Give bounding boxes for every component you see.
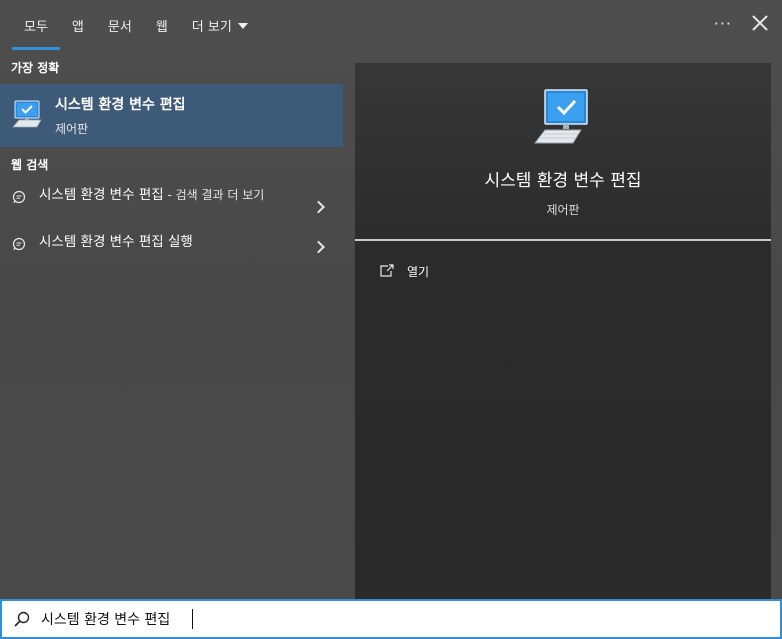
chevron-right-icon[interactable] (312, 240, 325, 254)
close-icon[interactable] (752, 15, 768, 31)
results-pane: 가장 정확 시스템 환경 변수 편집 제어판 웹 검색 시스템 환경 변수 편집… (0, 50, 343, 599)
tab-all[interactable]: 모두 (12, 0, 60, 50)
web-result-query: 시스템 환경 변수 편집 실행 (39, 234, 193, 250)
web-search-heading: 웹 검색 (11, 157, 49, 172)
tab-more-label: 더 보기 (191, 19, 232, 35)
best-match-text: 시스템 환경 변수 편집 제어판 (55, 94, 186, 137)
top-actions: ··· (714, 0, 768, 46)
web-result-text: 시스템 환경 변수 편집 - 검색 결과 더 보기 (39, 185, 264, 206)
web-result-query: 시스템 환경 변수 편집 (39, 187, 164, 203)
tab-all-label: 모두 (24, 19, 48, 35)
monitor-check-icon (533, 88, 593, 150)
best-match-subtitle: 제어판 (55, 122, 89, 136)
web-result-suffix: - 검색 결과 더 보기 (163, 188, 265, 202)
search-input[interactable] (41, 604, 780, 634)
search-bar[interactable] (0, 599, 782, 639)
open-window-icon (379, 263, 395, 279)
best-match-result[interactable]: 시스템 환경 변수 편집 제어판 (0, 84, 343, 147)
best-match-heading: 가장 정확 (11, 60, 60, 75)
web-result-item[interactable]: 시스템 환경 변수 편집 - 검색 결과 더 보기 (0, 183, 343, 231)
monitor-check-icon (11, 98, 43, 134)
web-results-list: 시스템 환경 변수 편집 - 검색 결과 더 보기 시스템 환경 변수 편집 실… (0, 183, 343, 262)
detail-title: 시스템 환경 변수 편집 (484, 171, 642, 191)
tab-apps[interactable]: 앱 (60, 0, 96, 50)
chevron-down-icon (237, 23, 248, 29)
web-result-item[interactable]: 시스템 환경 변수 편집 실행 (0, 232, 343, 262)
search-tab-bar: 모두 앱 문서 웹 더 보기 (0, 0, 782, 50)
chat-bubble-icon (12, 236, 26, 255)
tab-documents-label: 문서 (107, 19, 132, 35)
open-action-label: 열기 (407, 264, 430, 279)
search-icon (13, 610, 31, 628)
chevron-right-icon[interactable] (312, 200, 325, 214)
ellipsis-icon[interactable]: ··· (714, 14, 732, 33)
tab-apps-label: 앱 (71, 19, 84, 35)
tab-web-label: 웹 (155, 19, 168, 35)
tab-web[interactable]: 웹 (144, 0, 180, 50)
chat-bubble-icon (12, 189, 26, 208)
tab-more[interactable]: 더 보기 (180, 0, 260, 50)
windows-search-window: 모두 앱 문서 웹 더 보기 ··· 가장 정확 시스템 환경 변수 편집 제어… (0, 0, 782, 639)
tab-documents[interactable]: 문서 (96, 0, 144, 50)
detail-pane: 시스템 환경 변수 편집 제어판 열기 (355, 63, 771, 599)
detail-header: 시스템 환경 변수 편집 제어판 (355, 63, 771, 241)
text-caret (192, 609, 193, 629)
best-match-title: 시스템 환경 변수 편집 (55, 97, 186, 113)
detail-subtitle: 제어판 (546, 203, 580, 217)
web-result-text: 시스템 환경 변수 편집 실행 (39, 232, 193, 253)
open-action[interactable]: 열기 (355, 257, 771, 285)
